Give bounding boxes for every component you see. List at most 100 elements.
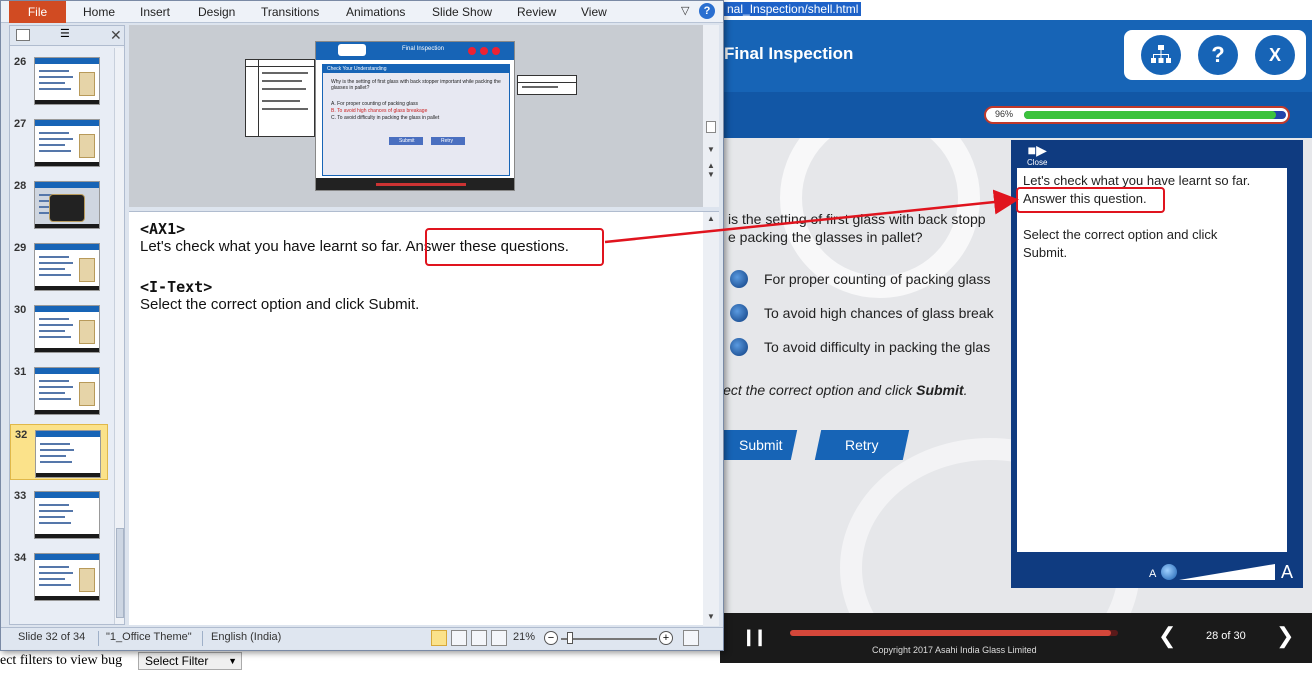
slide-editor: Final Inspection Check Your Understandin… <box>129 25 719 207</box>
slide-thumbnail[interactable]: 26 <box>10 52 108 108</box>
zoom-in-icon[interactable]: + <box>659 631 673 645</box>
reading-view-icon[interactable] <box>471 630 487 646</box>
sitemap-button[interactable] <box>1141 35 1181 75</box>
help-button[interactable]: ? <box>1198 35 1238 75</box>
pause-button[interactable]: ❙❙ <box>742 627 767 647</box>
help-icon[interactable]: ? <box>699 3 715 19</box>
seek-bar[interactable] <box>790 630 1118 636</box>
page-bottom <box>720 663 1312 673</box>
notes-scrollbar[interactable]: ▲ ▼ <box>703 212 719 626</box>
slide-thumbnail[interactable]: 33 <box>10 486 108 542</box>
transcript-body: Let's check what you have learnt so far.… <box>1017 168 1287 552</box>
url-text[interactable]: nal_Inspection/shell.html <box>724 2 862 16</box>
instruction-bold: Submit <box>916 382 964 398</box>
slide-submit-label: Submit <box>399 138 415 144</box>
language[interactable]: English (India) <box>211 631 281 643</box>
slide-thumbnail[interactable]: 28 <box>10 176 108 232</box>
slide-thumbnail[interactable]: 32 <box>10 424 108 480</box>
slide-preview[interactable]: Final Inspection Check Your Understandin… <box>315 41 515 191</box>
font-size-ramp <box>1179 564 1275 580</box>
tab-slide-show[interactable]: Slide Show <box>432 5 492 19</box>
previous-button[interactable]: ❮ <box>1158 623 1176 649</box>
thumbnail-image <box>34 553 100 601</box>
slide-quiz-popup: Check Your Understanding Why is the sett… <box>322 64 510 176</box>
progress-band: 96% <box>720 92 1312 138</box>
next-button[interactable]: ❯ <box>1276 623 1294 649</box>
answer-option[interactable]: To avoid difficulty in packing the glas <box>730 338 990 356</box>
slide-question: Why is the setting of first glass with b… <box>331 79 501 91</box>
tab-label: File <box>27 5 48 19</box>
normal-view-icon[interactable] <box>431 630 447 646</box>
zoom-out-icon[interactable]: − <box>544 631 558 645</box>
slide-scrollbar[interactable]: ▼ ▲ ▼ <box>703 25 719 207</box>
transcript-paragraph: Select the correct option and click Subm… <box>1023 226 1281 262</box>
font-size-knob[interactable] <box>1161 564 1177 580</box>
slide-thumbnail[interactable]: 29 <box>10 238 108 294</box>
zoom-slider[interactable] <box>561 638 657 640</box>
slide-thumbnail[interactable]: 31 <box>10 362 108 418</box>
notes-pane[interactable]: <AX1> Let's check what you have learnt s… <box>129 211 719 626</box>
notes-tag: <AX1> <box>140 220 186 238</box>
theme-name[interactable]: "1_Office Theme" <box>106 631 192 643</box>
slide-show-icon[interactable] <box>491 630 507 646</box>
course-header: Final Inspection ? X <box>720 20 1312 92</box>
slide-thumbnail[interactable]: 30 <box>10 300 108 356</box>
thumbnail-number: 34 <box>14 552 27 564</box>
thumbnail-image <box>35 430 101 478</box>
tab-animations[interactable]: Animations <box>346 5 405 19</box>
bug-filter-bar: ect filters to view bug Select Filter ▼ <box>0 650 720 673</box>
thumbnail-image <box>34 57 100 105</box>
font-size-slider[interactable]: A A <box>1149 560 1299 584</box>
radio-button[interactable] <box>730 338 748 356</box>
thumbnail-image <box>34 119 100 167</box>
exit-button[interactable]: X <box>1255 35 1295 75</box>
thumbnail-number: 28 <box>14 180 27 192</box>
tab-design[interactable]: Design <box>198 5 235 19</box>
radio-button[interactable] <box>730 270 748 288</box>
thumbnail-image <box>34 243 100 291</box>
submit-label: Submit <box>739 437 783 453</box>
thumbnail-number: 27 <box>14 118 27 130</box>
tab-file[interactable]: File <box>9 1 66 23</box>
transcript-close-button[interactable]: ■▶ Close <box>1027 142 1047 167</box>
tab-view[interactable]: View <box>581 5 607 19</box>
answer-option[interactable]: For proper counting of packing glass <box>730 270 990 288</box>
page-indicator: 28 of 30 <box>1206 630 1246 642</box>
zoom-slider-thumb[interactable] <box>567 632 573 644</box>
pane-tabs: ☰ ✕ <box>10 26 124 46</box>
tab-transitions[interactable]: Transitions <box>261 5 319 19</box>
tab-insert[interactable]: Insert <box>140 5 170 19</box>
minimize-ribbon-icon[interactable]: ▽ <box>681 4 689 17</box>
option-label: To avoid high chances of glass break <box>764 305 994 321</box>
sitemap-icon <box>1151 45 1171 63</box>
outline-tab-icon[interactable]: ☰ <box>60 27 74 40</box>
slide-header: Final Inspection <box>316 42 514 60</box>
close-icon[interactable]: ✕ <box>110 27 122 44</box>
answer-option[interactable]: To avoid high chances of glass break <box>730 304 994 322</box>
slide-thumbnail[interactable]: 34 <box>10 548 108 604</box>
instruction-prefix: lect the correct option and click <box>720 382 917 398</box>
divider <box>98 631 99 646</box>
submit-button[interactable]: Submit <box>720 430 798 460</box>
thumbnail-number: 32 <box>15 429 28 441</box>
slide-sorter-icon[interactable] <box>451 630 467 646</box>
tab-home[interactable]: Home <box>83 5 115 19</box>
filter-select[interactable]: Select Filter ▼ <box>138 652 242 670</box>
copyright-text: Copyright 2017 Asahi India Glass Limited <box>872 645 1037 655</box>
thumbnail-scrollbar[interactable] <box>114 48 124 624</box>
address-bar[interactable]: nal_Inspection/shell.html <box>720 0 1312 20</box>
font-large-label: A <box>1281 562 1294 582</box>
divider <box>202 631 203 646</box>
notes-text: Let's check what you have learnt so far. <box>140 238 406 255</box>
scrollbar-thumb[interactable] <box>116 528 124 618</box>
retry-button[interactable]: Retry <box>814 430 910 460</box>
slide-thumbnail[interactable]: 27 <box>10 114 108 170</box>
slides-tab-icon[interactable] <box>16 29 30 41</box>
thumbnail-image <box>34 181 100 229</box>
ribbon-tabs: File Home Insert Design Transitions Anim… <box>1 1 723 23</box>
tab-review[interactable]: Review <box>517 5 556 19</box>
radio-button[interactable] <box>730 304 748 322</box>
seek-fill <box>790 630 1112 636</box>
fit-to-window-icon[interactable] <box>683 630 699 646</box>
zoom-level[interactable]: 21% <box>513 631 535 643</box>
